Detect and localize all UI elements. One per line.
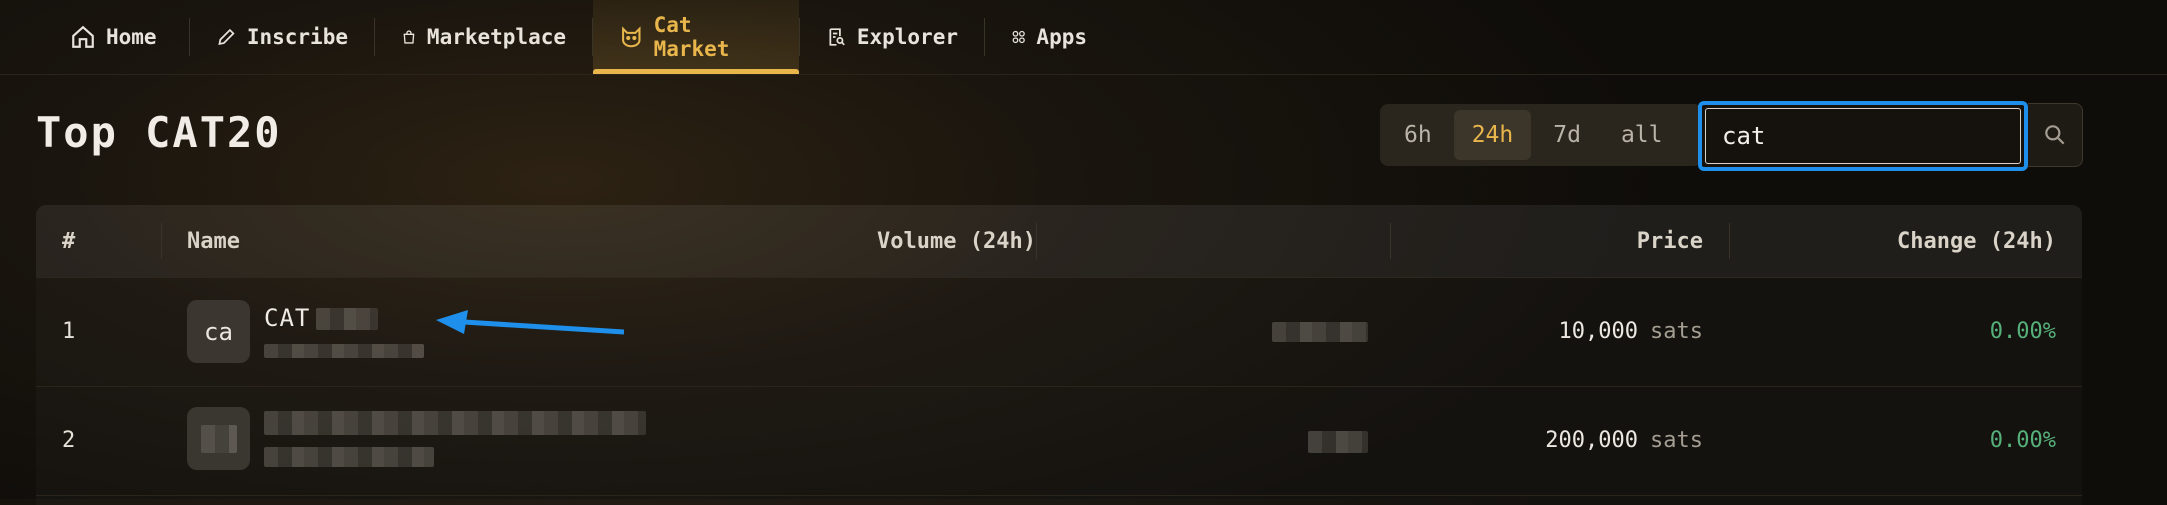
- redacted-name: [264, 411, 646, 435]
- cat-icon: [622, 26, 641, 48]
- time-filter-6h[interactable]: 6h: [1386, 110, 1450, 160]
- column-divider: [1729, 223, 1730, 259]
- time-filter-7d[interactable]: 7d: [1535, 110, 1599, 160]
- pen-icon: [218, 28, 235, 46]
- nav-inscribe-label: Inscribe: [246, 25, 348, 49]
- token-change: 0.00%: [1989, 319, 2056, 344]
- apps-grid-icon: [1012, 30, 1025, 44]
- table-row[interactable]: 1 ca CAT 10,000 sats 0.00%: [36, 278, 2082, 387]
- token-name[interactable]: CAT: [264, 304, 310, 332]
- search-button[interactable]: [2028, 103, 2083, 167]
- price-unit: sats: [1650, 319, 1703, 344]
- nav-cat-market-label: Cat Market: [653, 13, 730, 61]
- nav-inscribe[interactable]: Inscribe: [190, 0, 374, 74]
- token-table: # Name Volume (24h) Price Change (24h) 1…: [36, 205, 2082, 505]
- nav-marketplace-label: Marketplace: [426, 25, 566, 49]
- nav-home[interactable]: Home: [44, 0, 189, 74]
- search-box: [1698, 101, 2028, 171]
- search-input[interactable]: [1702, 121, 2004, 151]
- nav-home-label: Home: [106, 25, 157, 49]
- token-avatar: [187, 407, 250, 470]
- column-change[interactable]: Change (24h): [1897, 229, 2056, 254]
- row-rank: 1: [62, 319, 76, 344]
- nav-cat-market[interactable]: Cat Market: [593, 0, 799, 74]
- search-icon: [2045, 125, 2065, 145]
- table-row[interactable]: 2 200,000 sats 0.00%: [36, 387, 2082, 496]
- shopping-bag-icon: [403, 30, 415, 44]
- row-rank: 2: [62, 428, 76, 453]
- column-price[interactable]: Price: [1637, 229, 1703, 254]
- nav-explorer[interactable]: Explorer: [800, 0, 984, 74]
- token-price: 200,000 sats: [1545, 428, 1703, 453]
- column-divider: [161, 223, 162, 259]
- redacted-volume: [1308, 431, 1368, 453]
- annotation-arrow: [436, 310, 624, 335]
- redacted-subtitle: [264, 344, 424, 358]
- search-document-icon: [829, 28, 845, 46]
- home-icon: [72, 25, 94, 48]
- price-unit: sats: [1650, 428, 1703, 453]
- price-value: 10,000: [1558, 319, 1639, 344]
- redacted-name: [316, 308, 378, 330]
- token-change: 0.00%: [1989, 428, 2056, 453]
- price-value: 200,000: [1545, 428, 1639, 453]
- column-volume[interactable]: Volume (24h): [877, 229, 1036, 254]
- top-nav: Home Inscribe Marketplace Cat Market Exp…: [0, 0, 2167, 75]
- nav-apps-label: Apps: [1036, 25, 1087, 49]
- redacted-avatar: [200, 424, 237, 453]
- page-title: Top CAT20: [36, 108, 282, 157]
- column-name[interactable]: Name: [187, 229, 240, 254]
- nav-apps[interactable]: Apps: [985, 0, 1113, 74]
- table-header: # Name Volume (24h) Price Change (24h): [36, 205, 2082, 278]
- token-price: 10,000 sats: [1559, 319, 1703, 344]
- column-divider: [1390, 223, 1391, 259]
- time-filter: 6h 24h 7d all: [1380, 104, 1702, 166]
- token-avatar: ca: [187, 300, 250, 363]
- nav-marketplace[interactable]: Marketplace: [375, 0, 592, 74]
- nav-explorer-label: Explorer: [856, 25, 958, 49]
- time-filter-all[interactable]: all: [1603, 110, 1681, 160]
- redacted-subtitle: [264, 447, 434, 467]
- time-filter-24h[interactable]: 24h: [1453, 110, 1532, 160]
- redacted-volume: [1272, 322, 1368, 342]
- column-divider: [1036, 223, 1037, 259]
- column-rank: #: [62, 228, 76, 254]
